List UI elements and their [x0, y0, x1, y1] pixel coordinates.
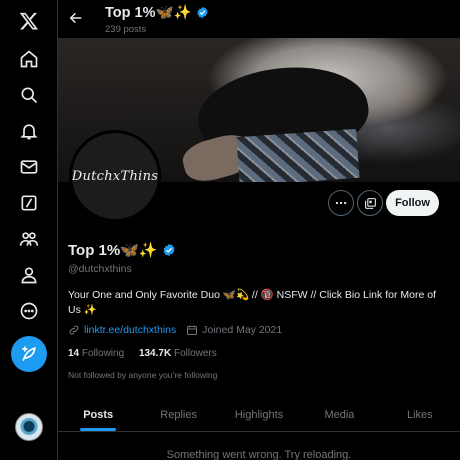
followed-by-info: Not followed by anyone you’re following [68, 370, 218, 380]
more-icon[interactable] [14, 296, 44, 326]
tab-replies[interactable]: Replies [138, 398, 218, 431]
followers-link[interactable]: 134.7K Followers [139, 348, 217, 359]
ellipsis-icon [335, 201, 347, 205]
tab-posts[interactable]: Posts [58, 398, 138, 431]
profile-link[interactable]: linktr.ee/dutchxthins [84, 324, 176, 336]
display-name: Top 1%🦋✨ [68, 241, 176, 259]
compose-post-icon [22, 346, 36, 361]
tab-highlights[interactable]: Highlights [219, 398, 299, 431]
subscribe-notifications-button[interactable] [357, 190, 383, 216]
compose-post-button[interactable] [11, 336, 47, 372]
error-message: Something went wrong. Try reloading. [166, 449, 352, 460]
communities-icon[interactable] [14, 224, 44, 254]
x-logo-icon[interactable] [14, 6, 44, 36]
arrow-left-icon [69, 12, 82, 24]
profile-icon[interactable] [14, 260, 44, 290]
calendar-icon [187, 325, 198, 335]
tab-media[interactable]: Media [299, 398, 379, 431]
verified-badge-icon [197, 6, 208, 19]
more-options-button[interactable] [328, 190, 354, 216]
back-button[interactable] [66, 8, 86, 28]
notifications-icon[interactable] [14, 116, 44, 146]
profile-avatar[interactable]: DutchxThins [69, 130, 161, 222]
link-icon [69, 325, 79, 335]
home-icon[interactable] [14, 44, 44, 74]
following-link[interactable]: 14 Following [68, 348, 124, 359]
profile-meta: linktr.ee/dutchxthins Joined May 2021 [68, 324, 282, 336]
profile-header-bar: Top 1%🦋✨ 239 posts [58, 0, 460, 38]
profile-column: Top 1%🦋✨ 239 posts DutchxThins Follow To… [58, 0, 460, 460]
account-avatar[interactable] [15, 413, 43, 441]
joined-date: Joined May 2021 [202, 324, 283, 336]
follow-button[interactable]: Follow [386, 190, 439, 216]
media-stack-icon [364, 197, 376, 209]
messages-icon[interactable] [14, 152, 44, 182]
post-count: 239 posts [105, 24, 147, 35]
verified-badge-icon [163, 243, 175, 257]
avatar-logo-text: DutchxThins [71, 168, 159, 184]
follow-stats: 14 Following 134.7K Followers [68, 348, 217, 359]
user-handle: @dutchxthins [68, 263, 132, 275]
header-title: Top 1%🦋✨ [105, 4, 209, 21]
profile-bio: Your One and Only Favorite Duo 🦋💫 // 🔞 N… [68, 289, 436, 316]
tab-likes[interactable]: Likes [380, 398, 460, 431]
navigation-rail [0, 0, 58, 460]
explore-icon[interactable] [14, 80, 44, 110]
profile-tabs: Posts Replies Highlights Media Likes [58, 398, 460, 432]
grok-icon[interactable] [14, 188, 44, 218]
